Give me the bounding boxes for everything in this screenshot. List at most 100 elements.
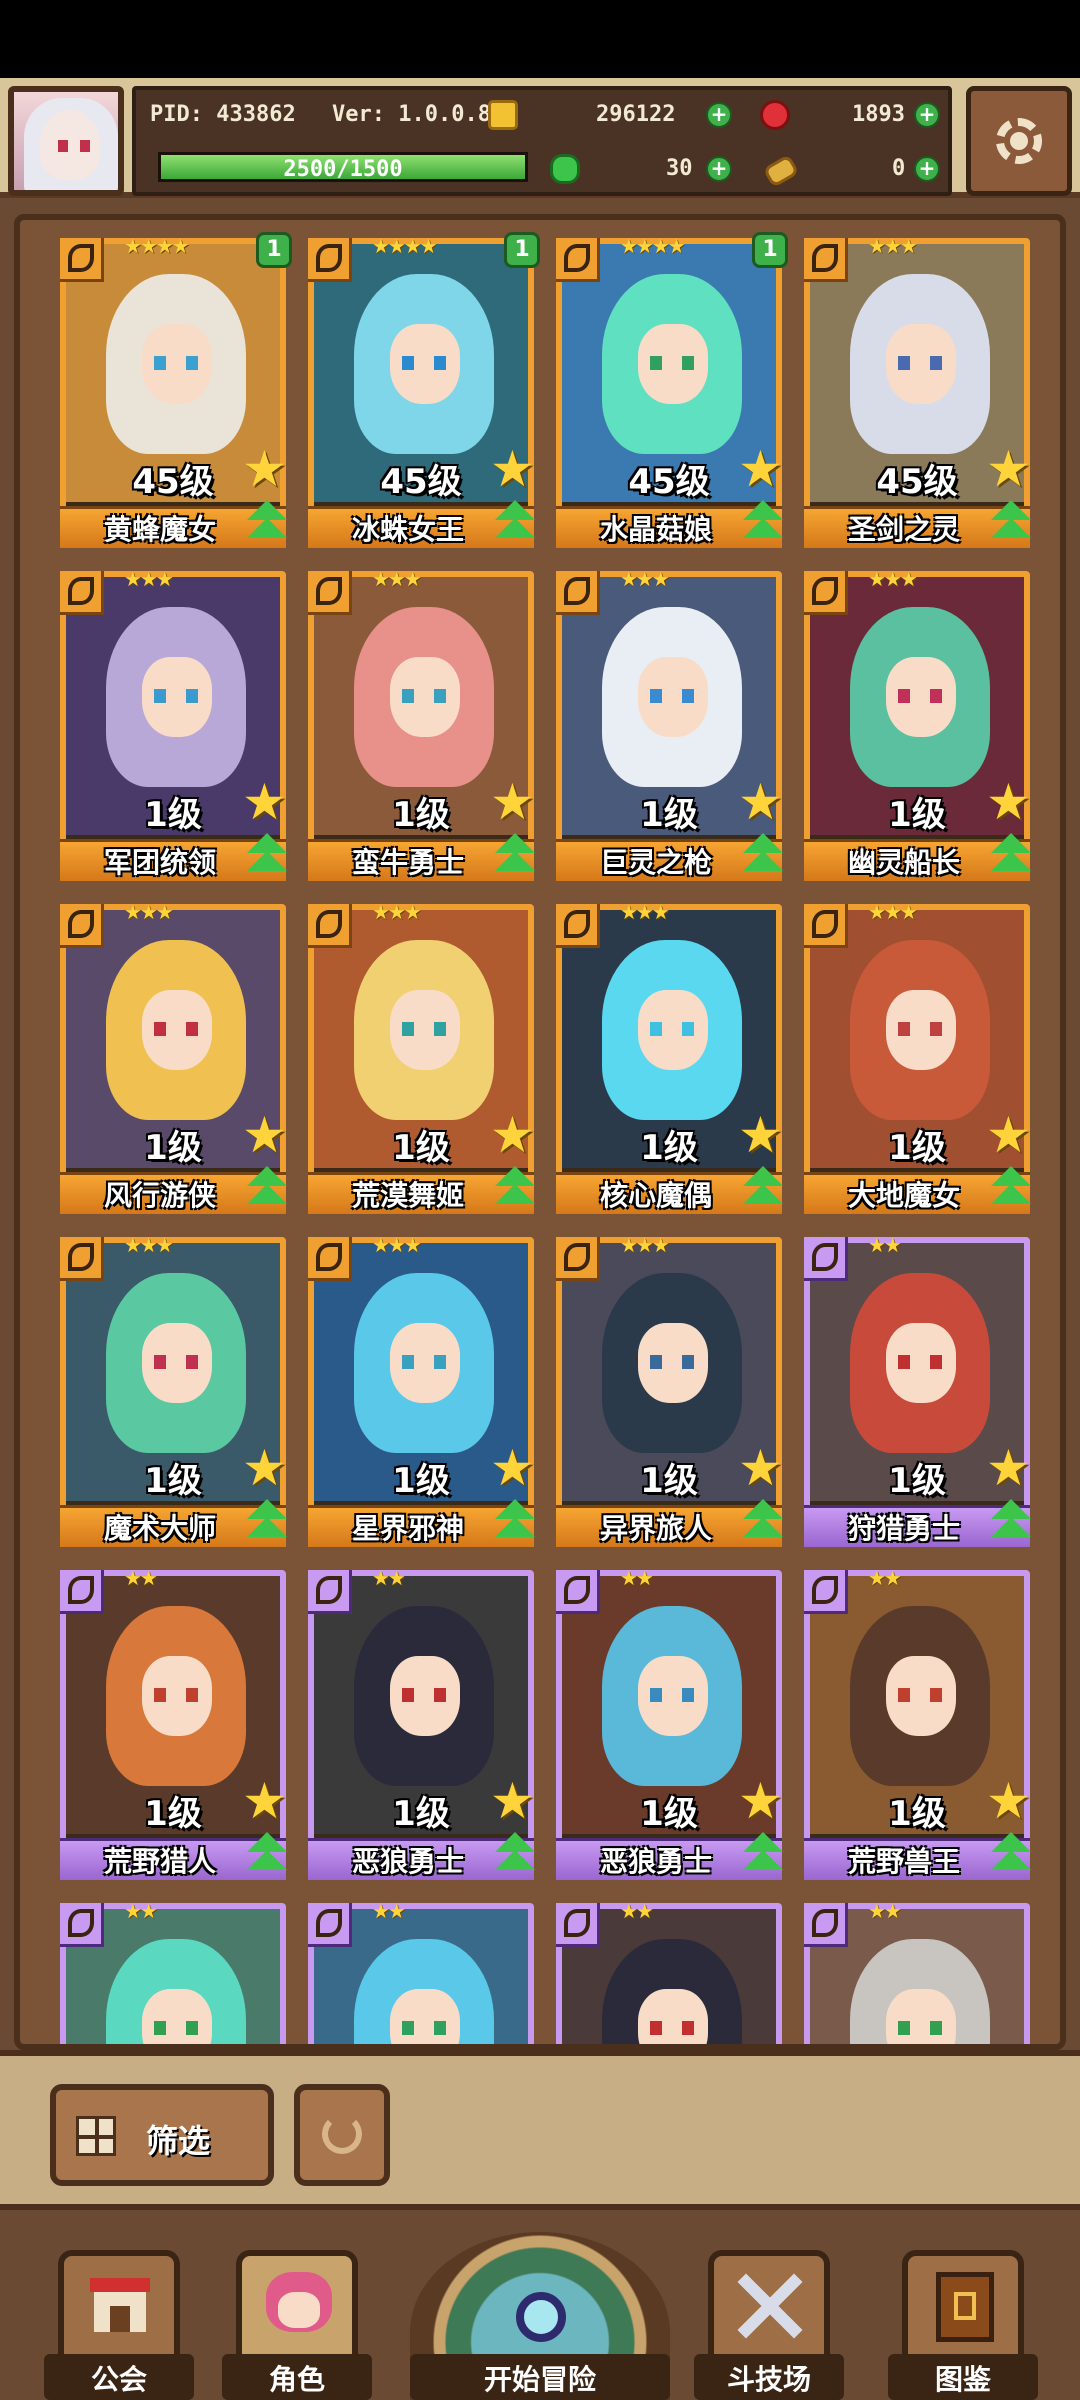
nav-guild-label: 公会 xyxy=(90,2363,147,2396)
character-card[interactable]: 1级 ★★★ ★ 幽灵船长 xyxy=(804,567,1031,881)
nav-guild[interactable]: 公会 xyxy=(44,2250,194,2400)
character-card[interactable]: 1级 ★★ ★ 荒野兽王 xyxy=(804,1566,1031,1880)
character-name: 异界旅人 xyxy=(599,1512,712,1545)
level-up-arrow-icon[interactable] xyxy=(244,1499,290,1543)
level-up-arrow-icon[interactable] xyxy=(244,833,290,877)
nav-adventure[interactable]: 开始冒险 xyxy=(410,2232,670,2400)
character-card[interactable]: 1级 ★★ ★ 恶狼勇士 xyxy=(556,1566,783,1880)
level-up-arrow-icon[interactable] xyxy=(988,1832,1034,1876)
weapon-type-icon xyxy=(308,1903,352,1947)
character-card[interactable]: 1级 ★★★ ★ 魔术大师 xyxy=(60,1233,287,1547)
level-up-arrow-icon[interactable] xyxy=(740,1166,786,1210)
level-up-arrow-icon[interactable] xyxy=(492,833,538,877)
ruby-plus-button[interactable]: + xyxy=(914,102,940,128)
character-card[interactable]: 1级 ★★★ ★ 异界旅人 xyxy=(556,1233,783,1547)
filter-button[interactable]: 筛选 xyxy=(50,2084,274,2186)
character-name: 风行游侠 xyxy=(103,1179,216,1212)
nav-arena[interactable]: 斗技场 xyxy=(694,2250,844,2400)
character-card[interactable]: 1级 ★★★ ★ 蛮牛勇士 xyxy=(308,567,535,881)
character-card[interactable]: 1级 ★★ ★ 恶狼勇士 xyxy=(308,1566,535,1880)
star-rating: ★★ xyxy=(868,1566,902,1590)
weapon-type-icon xyxy=(556,571,600,615)
character-card[interactable]: ★★ xyxy=(60,1899,286,2044)
ruby-amount: 1893 xyxy=(852,102,905,127)
gold-plus-button[interactable]: + xyxy=(706,102,732,128)
character-card[interactable]: 1级 ★★★ ★ 核心魔偶 xyxy=(556,900,783,1214)
star-upgrade-icon: ★ xyxy=(738,1106,783,1164)
star-rating: ★★★ xyxy=(372,1233,422,1257)
character-card[interactable]: ★★ xyxy=(308,1899,534,2044)
level-up-arrow-icon[interactable] xyxy=(492,1499,538,1543)
nav-codex[interactable]: 图鉴 xyxy=(888,2250,1038,2400)
star-rating: ★★★ xyxy=(124,567,174,591)
character-card[interactable]: ★★ xyxy=(804,1899,1030,2044)
clover-amount: 30 xyxy=(666,156,693,181)
star-rating: ★★★ xyxy=(868,900,918,924)
level-up-arrow-icon[interactable] xyxy=(740,833,786,877)
settings-button[interactable] xyxy=(966,86,1072,196)
level-up-arrow-icon[interactable] xyxy=(244,1832,290,1876)
star-upgrade-icon: ★ xyxy=(242,1439,287,1497)
character-name: 荒野兽王 xyxy=(847,1845,960,1878)
player-avatar[interactable] xyxy=(8,86,124,196)
level-up-arrow-icon[interactable] xyxy=(988,1499,1034,1543)
character-card[interactable]: 45级 ★★★★ 1 ★ 水晶菇娘 xyxy=(556,232,788,548)
character-card[interactable]: 45级 ★★★★ 1 ★ 冰蛛女王 xyxy=(308,232,540,548)
character-card[interactable]: 1级 ★★ ★ 狩猎勇士 xyxy=(804,1233,1031,1547)
character-name: 魔术大师 xyxy=(103,1512,216,1545)
weapon-type-icon xyxy=(60,1237,104,1281)
level-up-arrow-icon[interactable] xyxy=(492,500,538,544)
notification-badge: 1 xyxy=(256,232,292,268)
star-rating: ★★★ xyxy=(372,567,422,591)
character-name: 恶狼勇士 xyxy=(599,1845,712,1878)
star-rating: ★★★ xyxy=(620,900,670,924)
level-up-arrow-icon[interactable] xyxy=(988,1166,1034,1210)
character-name: 巨灵之枪 xyxy=(599,846,712,879)
clover-plus-button[interactable]: + xyxy=(706,156,732,182)
star-rating: ★★★ xyxy=(372,900,422,924)
bone-plus-button[interactable]: + xyxy=(914,156,940,182)
star-rating: ★★ xyxy=(620,1899,654,1923)
character-card[interactable]: 45级 ★★★ ★ 圣剑之灵 xyxy=(804,234,1031,548)
star-upgrade-icon: ★ xyxy=(490,1439,535,1497)
character-card[interactable]: 1级 ★★★ ★ 军团统领 xyxy=(60,567,287,881)
character-name: 黄蜂魔女 xyxy=(103,513,216,546)
character-name: 星界邪神 xyxy=(351,1512,464,1545)
character-card[interactable]: 1级 ★★★ ★ 巨灵之枪 xyxy=(556,567,783,881)
star-upgrade-icon: ★ xyxy=(738,1772,783,1830)
book-icon xyxy=(902,2250,1024,2362)
character-card[interactable]: 1级 ★★★ ★ 荒漠舞姬 xyxy=(308,900,535,1214)
character-card[interactable]: 1级 ★★★ ★ 大地魔女 xyxy=(804,900,1031,1214)
level-up-arrow-icon[interactable] xyxy=(492,1832,538,1876)
star-rating: ★★★★ xyxy=(372,234,438,258)
character-name: 军团统领 xyxy=(103,846,216,879)
reset-filter-button[interactable] xyxy=(294,2084,390,2186)
level-up-arrow-icon[interactable] xyxy=(740,1499,786,1543)
filter-label: 筛选 xyxy=(146,2122,211,2160)
weapon-type-icon xyxy=(308,571,352,615)
nav-character[interactable]: 角色 xyxy=(222,2250,372,2400)
character-card[interactable]: ★★ xyxy=(556,1899,782,2044)
level-up-arrow-icon[interactable] xyxy=(492,1166,538,1210)
weapon-type-icon xyxy=(308,1570,352,1614)
star-upgrade-icon: ★ xyxy=(986,1772,1031,1830)
character-name: 冰蛛女王 xyxy=(351,513,464,546)
exp-text: 2500/1500 xyxy=(283,157,403,182)
star-upgrade-icon: ★ xyxy=(490,440,535,498)
star-rating: ★★★★ xyxy=(124,234,190,258)
character-card[interactable]: 1级 ★★★ ★ 星界邪神 xyxy=(308,1233,535,1547)
character-card[interactable]: 45级 ★★★★ 1 ★ 黄蜂魔女 xyxy=(60,232,292,548)
character-card[interactable]: 1级 ★★ ★ 荒野猎人 xyxy=(60,1566,287,1880)
level-up-arrow-icon[interactable] xyxy=(244,1166,290,1210)
level-up-arrow-icon[interactable] xyxy=(988,500,1034,544)
character-card[interactable]: 1级 ★★★ ★ 风行游侠 xyxy=(60,900,287,1214)
weapon-type-icon xyxy=(60,571,104,615)
level-up-arrow-icon[interactable] xyxy=(988,833,1034,877)
star-rating: ★★ xyxy=(868,1233,902,1257)
level-up-arrow-icon[interactable] xyxy=(740,1832,786,1876)
weapon-type-icon xyxy=(804,1903,848,1947)
star-upgrade-icon: ★ xyxy=(242,440,287,498)
level-up-arrow-icon[interactable] xyxy=(740,500,786,544)
game-root: PID: 433862 Ver: 1.0.0.8 296122 + 1893 +… xyxy=(0,0,1080,2400)
level-up-arrow-icon[interactable] xyxy=(244,500,290,544)
